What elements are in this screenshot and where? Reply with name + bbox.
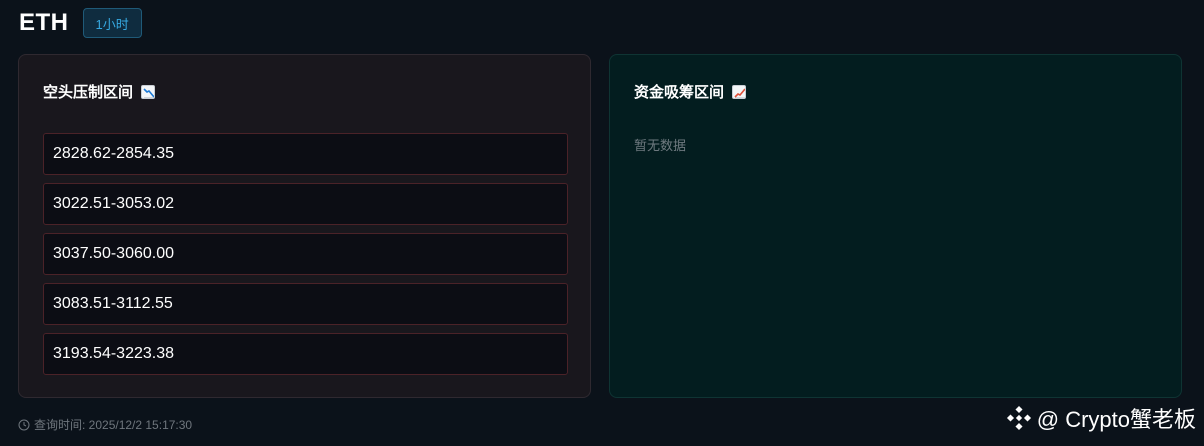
range-item: 2828.62-2854.35 (43, 133, 568, 175)
short-zone-panel: 空头压制区间 2828.62-2854.35 3022.51-3053.02 3… (18, 54, 591, 398)
short-zone-title: 空头压制区间 (43, 81, 156, 102)
binance-logo-icon (1006, 405, 1031, 431)
watermark: @ Crypto蟹老板 (1005, 402, 1196, 434)
accumulation-zone-panel: 资金吸筹区间 暂无数据 (609, 54, 1182, 398)
accumulation-zone-title-text: 资金吸筹区间 (634, 84, 725, 101)
range-item: 3193.54-3223.38 (43, 333, 568, 375)
chart-decreasing-icon (141, 84, 156, 99)
query-time: 查询时间: 2025/12/2 15:17:30 (18, 416, 192, 433)
page-root: ETH 1小时 空头压制区间 2828.62-2854.35 3022.51-3… (0, 0, 1204, 446)
short-zone-title-text: 空头压制区间 (43, 84, 134, 101)
query-time-text: 查询时间: 2025/12/2 15:17:30 (34, 418, 193, 432)
range-item: 3037.50-3060.00 (43, 233, 568, 275)
symbol-title: ETH (19, 9, 69, 36)
range-item: 3022.51-3053.02 (43, 183, 568, 225)
short-zone-range-list: 2828.62-2854.35 3022.51-3053.02 3037.50-… (43, 133, 568, 383)
watermark-text: @ Crypto蟹老板 (1036, 407, 1196, 432)
accumulation-zone-title: 资金吸筹区间 (634, 81, 747, 102)
chart-increasing-icon (732, 84, 747, 99)
timeframe-badge[interactable]: 1小时 (82, 8, 142, 38)
range-item: 3083.51-3112.55 (43, 283, 568, 325)
clock-icon (18, 419, 30, 430)
empty-state-text: 暂无数据 (634, 138, 687, 153)
header: ETH 1小时 (19, 8, 142, 38)
